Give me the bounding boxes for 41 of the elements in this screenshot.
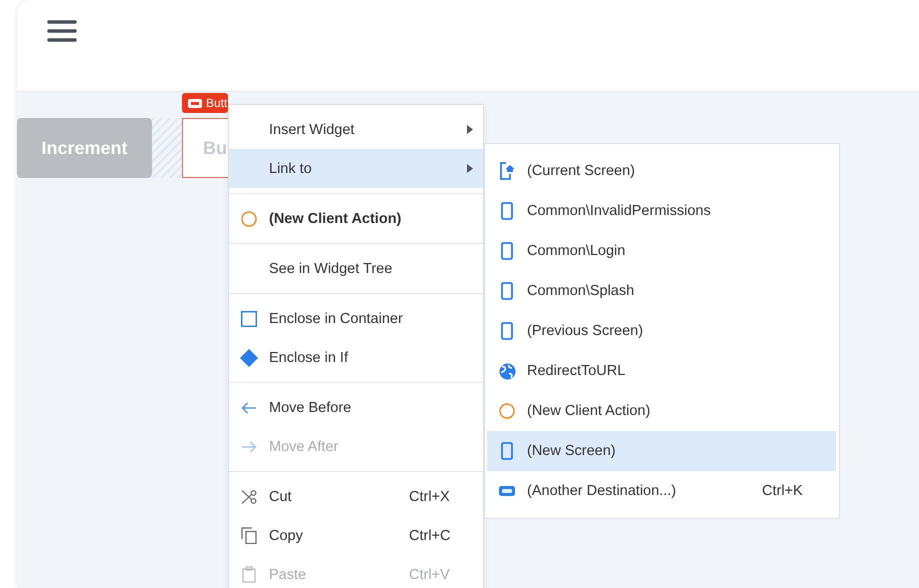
menu-item[interactable]: (Current Screen): [487, 151, 836, 191]
menu-item[interactable]: Insert Widget: [229, 110, 483, 149]
menu-item[interactable]: (New Client Action): [229, 199, 483, 238]
menu-item[interactable]: Common\Splash: [487, 271, 836, 311]
menu-icon[interactable]: [47, 20, 77, 42]
clipboard-icon: [242, 566, 256, 583]
phone-icon: [501, 202, 513, 220]
square-icon: [241, 310, 257, 326]
copy-icon: [241, 527, 257, 544]
phone-icon: [501, 442, 513, 460]
diamond-icon: [240, 348, 258, 366]
badge-label: Butt: [206, 96, 228, 110]
ok-icon: [499, 486, 515, 496]
arrow-right-icon: [241, 440, 257, 452]
menu-item[interactable]: Move Before: [229, 388, 483, 427]
globe-icon: [498, 362, 516, 380]
scissors-icon: [241, 488, 257, 504]
menu-item[interactable]: Common\InvalidPermissions: [487, 191, 836, 231]
menu-item[interactable]: (New Client Action): [487, 391, 836, 431]
phone-icon: [501, 322, 513, 340]
menu-item[interactable]: (Another Destination...) Ctrl+K: [487, 471, 836, 511]
circle-icon: [499, 403, 515, 419]
menu-item[interactable]: (Previous Screen): [487, 311, 836, 351]
menu-item[interactable]: Link to: [229, 149, 483, 188]
menu-item[interactable]: Common\Login: [487, 231, 836, 271]
menu-item[interactable]: (New Screen): [487, 431, 836, 471]
caret-icon: [467, 125, 473, 134]
circle-icon: [241, 210, 257, 226]
menu-item[interactable]: Copy Ctrl+C: [229, 516, 483, 555]
phone-icon: [501, 282, 513, 300]
phone-home-icon: [499, 162, 515, 180]
arrow-left-icon: [241, 402, 257, 414]
menu-item[interactable]: RedirectToURL: [487, 351, 836, 391]
ok-icon: [188, 98, 202, 108]
menu-item[interactable]: Enclose in If: [229, 338, 483, 377]
caret-icon: [467, 164, 473, 173]
menu-item[interactable]: Cut Ctrl+X: [229, 477, 483, 516]
menu-item[interactable]: Enclose in Container: [229, 299, 483, 338]
phone-icon: [501, 242, 513, 260]
menu-item[interactable]: See in Widget Tree: [229, 249, 483, 288]
drop-zone: [152, 118, 182, 178]
